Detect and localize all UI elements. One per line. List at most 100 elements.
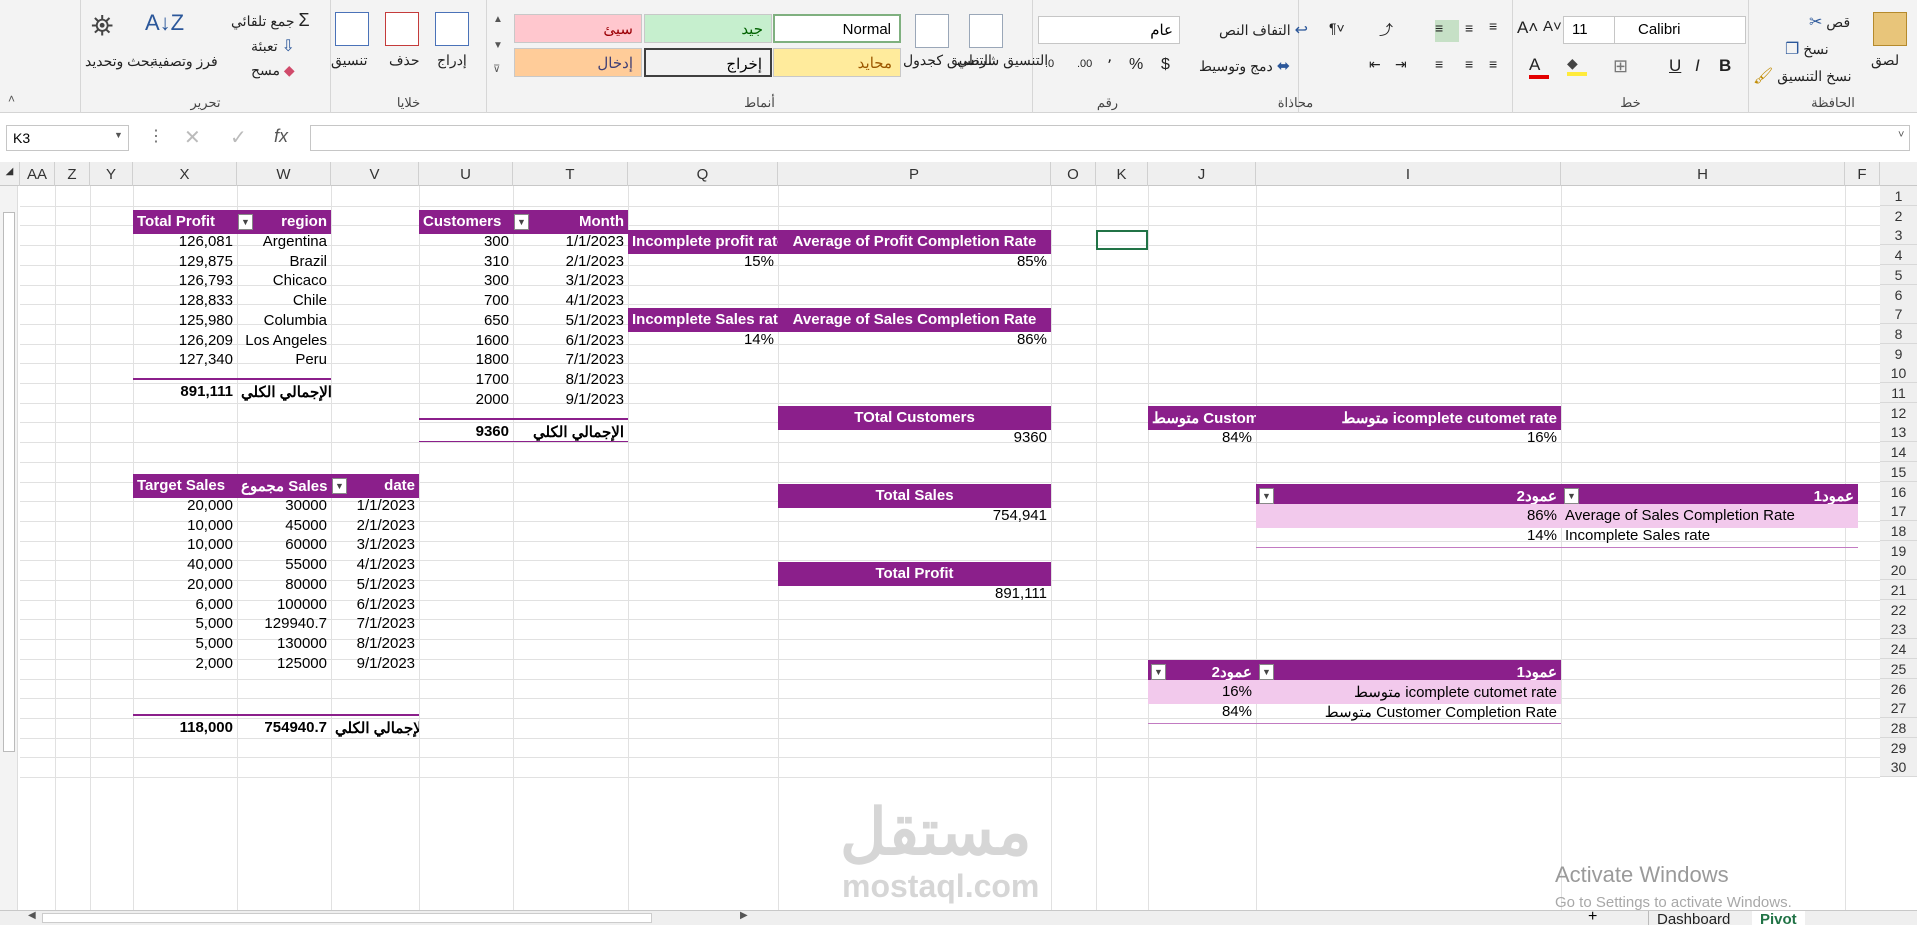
horizontal-scroll-thumb[interactable] <box>42 913 652 923</box>
fill-color-button[interactable]: ◆ <box>1567 55 1587 76</box>
row-header[interactable]: 12 <box>1880 402 1917 423</box>
row-header[interactable]: 4 <box>1880 245 1917 266</box>
align-left-icon[interactable]: ≡ <box>1435 56 1443 72</box>
align-top-icon[interactable]: ≡ <box>1435 20 1459 42</box>
sheet-tab-dashboard[interactable]: Dashboard <box>1648 911 1738 925</box>
sales-rates-col2-dropdown[interactable]: ▼ <box>1259 488 1274 504</box>
row-header[interactable]: 29 <box>1880 737 1917 758</box>
borders-icon[interactable]: ⊞ <box>1613 56 1628 77</box>
font-size-combo[interactable]: 11 <box>1563 16 1615 44</box>
vertical-scrollbar[interactable] <box>0 186 18 910</box>
format-painter-button[interactable]: 🖌 نسخ التنسيق <box>1753 66 1852 86</box>
style-output[interactable]: إخراج <box>644 48 772 77</box>
row-header[interactable]: 18 <box>1880 520 1917 541</box>
style-bad[interactable]: سيئ <box>514 14 642 43</box>
name-box[interactable]: K3 <box>6 125 129 151</box>
row-header[interactable]: 23 <box>1880 619 1917 640</box>
expand-formula-icon[interactable]: ˅ <box>1898 129 1904 141</box>
row-header[interactable]: 8 <box>1880 323 1917 344</box>
row-header[interactable]: 3 <box>1880 225 1917 246</box>
row-header[interactable]: 9 <box>1880 343 1917 364</box>
row-header[interactable]: 25 <box>1880 658 1917 679</box>
rtl-direction-icon[interactable]: ¶˅ <box>1329 20 1345 36</box>
align-center-icon[interactable]: ≡ <box>1465 56 1473 72</box>
row-header[interactable]: 11 <box>1880 383 1917 403</box>
increase-decimal-icon[interactable]: .00 <box>1077 58 1092 70</box>
insert-function-icon[interactable]: fx <box>274 126 288 147</box>
paste-button[interactable]: لصق <box>1871 52 1899 69</box>
date-filter-dropdown[interactable]: ▼ <box>332 478 347 494</box>
collapse-ribbon-icon[interactable]: ˄ <box>8 92 15 106</box>
align-middle-icon[interactable]: ≡ <box>1465 20 1473 36</box>
style-normal[interactable]: Normal <box>773 14 901 43</box>
align-right-icon[interactable]: ≡ <box>1489 56 1497 72</box>
indent-decrease-icon[interactable]: ⇤ <box>1369 56 1381 73</box>
row-header[interactable]: 10 <box>1880 363 1917 384</box>
col-header-AA[interactable]: AA <box>20 162 55 186</box>
row-header[interactable]: 5 <box>1880 264 1917 285</box>
decrease-font-icon[interactable]: A˅ <box>1543 18 1562 35</box>
row-header[interactable]: 21 <box>1880 580 1917 600</box>
styles-more-icon[interactable]: ⊽ <box>493 64 500 75</box>
col-header-J[interactable]: J <box>1148 162 1256 186</box>
options-icon[interactable]: ⋮ <box>148 126 164 146</box>
col-header-Q[interactable]: Q <box>628 162 778 186</box>
comma-button[interactable]: ٬ <box>1107 56 1112 76</box>
find-select-button[interactable]: بحث وتحديد <box>85 52 154 70</box>
scroll-right-icon[interactable]: ▶ <box>740 910 748 921</box>
italic-button[interactable]: I <box>1695 56 1700 76</box>
col-header-Y[interactable]: Y <box>90 162 133 186</box>
percent-button[interactable]: % <box>1129 56 1143 74</box>
region-filter-dropdown[interactable]: ▼ <box>238 214 253 230</box>
col-header-I[interactable]: I <box>1256 162 1561 186</box>
row-header[interactable]: 19 <box>1880 540 1917 561</box>
increase-font-icon[interactable]: A˄ <box>1517 18 1538 38</box>
align-bottom-icon[interactable]: ≡ <box>1489 18 1497 34</box>
row-header[interactable]: 27 <box>1880 698 1917 719</box>
row-header[interactable]: 22 <box>1880 599 1917 620</box>
selected-cell-k3[interactable] <box>1096 230 1148 250</box>
row-header[interactable]: 14 <box>1880 442 1917 463</box>
col-header-H[interactable]: H <box>1561 162 1845 186</box>
cut-button[interactable]: ✂ قص <box>1809 12 1850 32</box>
format-button[interactable]: تنسيق <box>331 52 368 69</box>
col-header-V[interactable]: V <box>331 162 419 186</box>
style-neutral[interactable]: محايد <box>773 48 901 77</box>
row-header[interactable]: 13 <box>1880 422 1917 443</box>
currency-button[interactable]: $ <box>1161 56 1170 74</box>
col-header-P[interactable]: P <box>778 162 1051 186</box>
row-header[interactable]: 30 <box>1880 757 1917 778</box>
col-header-F[interactable]: F <box>1845 162 1880 186</box>
row-header[interactable]: 28 <box>1880 717 1917 738</box>
styles-scroll-down-icon[interactable]: ▼ <box>493 40 503 51</box>
sort-filter-button[interactable]: فرز وتصفية <box>151 52 218 70</box>
delete-button[interactable]: حذف <box>389 52 420 69</box>
autosum-button[interactable]: جمع تلقائي Σ <box>231 10 310 31</box>
customer-rates-col1-dropdown[interactable]: ▼ <box>1259 664 1274 680</box>
formula-input[interactable] <box>310 125 1910 151</box>
indent-increase-icon[interactable]: ⇥ <box>1395 56 1407 73</box>
orientation-icon[interactable]: ⤴ <box>1379 20 1393 40</box>
style-input[interactable]: إدخال <box>514 48 642 77</box>
col-header-T[interactable]: T <box>513 162 628 186</box>
customer-rates-col2-dropdown[interactable]: ▼ <box>1151 664 1166 680</box>
row-header[interactable]: 6 <box>1880 284 1917 305</box>
insert-button[interactable]: إدراج <box>437 52 467 69</box>
underline-button[interactable]: U <box>1669 56 1681 76</box>
clear-button[interactable]: مسح ◆ <box>251 62 295 79</box>
row-header[interactable]: 24 <box>1880 639 1917 660</box>
merge-center-button[interactable]: دمج وتوسيط ⬌ <box>1199 56 1290 76</box>
row-header[interactable]: 15 <box>1880 461 1917 482</box>
name-box-dropdown-icon[interactable]: ▼ <box>114 130 123 140</box>
col-header-Z[interactable]: Z <box>55 162 90 186</box>
select-all-corner[interactable]: ◢ <box>0 162 20 186</box>
cancel-icon[interactable]: ✕ <box>184 125 201 150</box>
row-header[interactable]: 7 <box>1880 304 1917 325</box>
row-header[interactable]: 1 <box>1880 186 1917 206</box>
copy-button[interactable]: ❐ نسخ <box>1785 39 1829 59</box>
font-name-combo[interactable]: Calibri <box>1603 16 1746 44</box>
month-filter-dropdown[interactable]: ▼ <box>514 214 529 230</box>
row-header[interactable]: 17 <box>1880 501 1917 522</box>
add-sheet-button[interactable]: + <box>1580 908 1605 925</box>
row-header[interactable]: 16 <box>1880 481 1917 502</box>
